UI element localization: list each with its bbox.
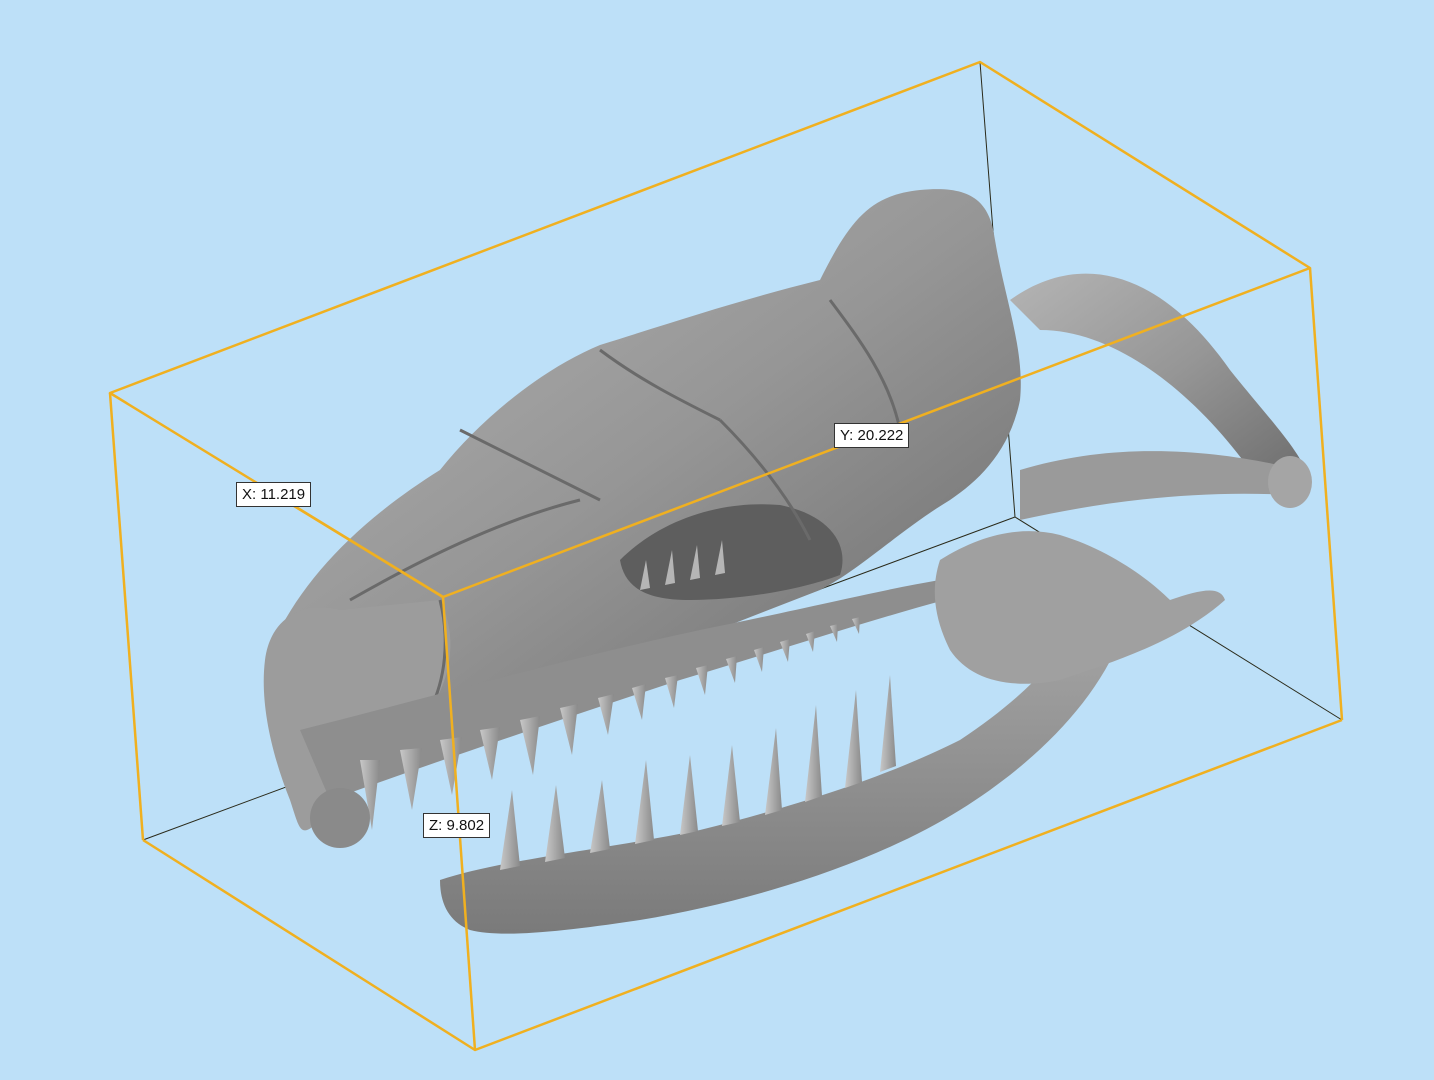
dimension-label-y: Y: 20.222	[834, 423, 910, 448]
skull-model[interactable]	[263, 189, 1312, 934]
dimension-label-x: X: 11.219	[236, 482, 312, 507]
scene-canvas[interactable]	[0, 0, 1434, 1080]
dimension-label-z: Z: 9.802	[423, 813, 491, 838]
3d-viewport[interactable]: X: 11.219 Y: 20.222 Z: 9.802	[0, 0, 1434, 1080]
